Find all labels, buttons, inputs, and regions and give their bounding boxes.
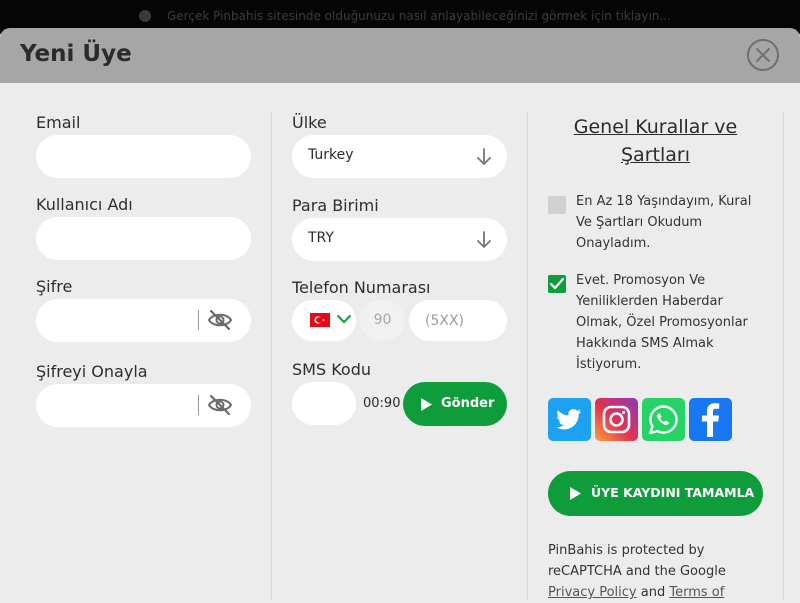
chevron-down-icon [337,315,351,323]
close-button[interactable] [747,39,779,71]
modal-header: Yeni Üye [0,28,800,83]
eye-slash-icon[interactable] [207,310,233,330]
play-icon [421,398,432,411]
currency-label: Para Birimi [292,196,379,215]
email-label: Email [36,113,81,132]
send-label: Gönder [441,396,495,411]
age-consent-checkbox[interactable] [548,196,566,214]
currency-select[interactable]: TRY [292,218,507,261]
promo-consent-checkbox[interactable] [548,275,566,293]
arrow-down-icon [477,148,491,165]
instagram-icon [602,405,631,434]
phone-input[interactable] [409,300,507,341]
recaptcha-and: and [640,585,666,600]
username-input[interactable] [36,217,251,260]
column-divider [527,111,528,600]
country-code-select[interactable] [292,300,356,341]
sms-timer: 00:90 [363,396,401,411]
close-icon [756,48,770,62]
terms-title-link[interactable]: Genel Kurallar ve Şartları [548,113,763,169]
turkey-flag-icon [310,313,330,327]
recaptcha-text: PinBahis is protected by reCAPTCHA and t… [548,543,726,579]
recaptcha-notice: PinBahis is protected by reCAPTCHA and t… [548,540,748,603]
phone-label: Telefon Numarası [292,278,431,297]
terms-link[interactable]: Terms of [669,585,724,600]
age-consent-text: En Az 18 Yaşındayım, Kural Ve Şartları O… [576,194,752,251]
facebook-icon [701,403,720,437]
info-icon [139,10,151,22]
notice-text[interactable]: Gerçek Pinbahis sitesinde olduğunuzu nas… [167,9,671,23]
modal-title: Yeni Üye [20,41,132,67]
send-sms-button[interactable]: Gönder [403,382,507,426]
promo-consent-text: Evet. Promosyon Ve Yeniliklerden Haberda… [576,273,748,372]
email-input[interactable] [36,135,251,178]
arrow-down-icon [477,231,491,248]
facebook-button[interactable] [689,398,732,441]
complete-registration-button[interactable]: ÜYE KAYDINI TAMAMLA [548,471,763,516]
twitter-icon [556,409,582,430]
sms-code-input[interactable] [292,382,356,425]
country-select[interactable]: Turkey [292,135,507,178]
complete-label: ÜYE KAYDINI TAMAMLA [591,485,755,500]
currency-value: TRY [308,230,334,246]
field-separator [198,310,199,330]
privacy-policy-link[interactable]: Privacy Policy [548,585,637,600]
whatsapp-button[interactable] [642,398,685,441]
play-icon [570,487,581,500]
eye-slash-icon[interactable] [207,395,233,415]
whatsapp-icon [649,405,678,435]
column-divider [783,111,784,600]
username-label: Kullanıcı Adı [36,195,133,214]
instagram-button[interactable] [595,398,638,441]
column-divider [271,111,272,600]
confirm-password-label: Şifreyi Onayla [36,362,148,381]
field-separator [198,395,199,415]
country-label: Ülke [292,113,327,132]
phone-country-code: 90 [360,300,405,341]
sms-label: SMS Kodu [292,360,371,379]
twitter-button[interactable] [548,398,591,441]
country-value: Turkey [308,147,354,163]
check-icon [550,278,564,290]
password-label: Şifre [36,277,73,296]
